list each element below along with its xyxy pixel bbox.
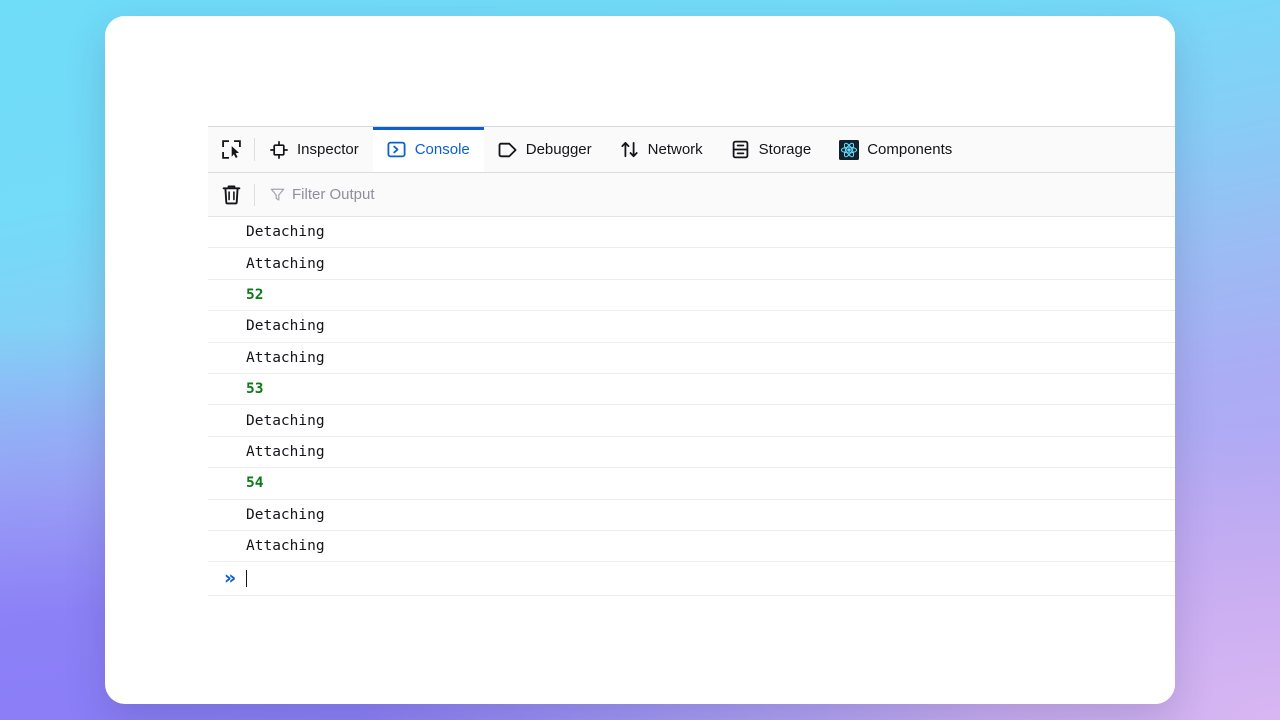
tab-inspector[interactable]: Inspector bbox=[255, 127, 373, 172]
console-message-row[interactable]: Detaching bbox=[208, 311, 1175, 343]
console-message-row[interactable]: 52 bbox=[208, 280, 1175, 312]
console-message-row[interactable]: Detaching bbox=[208, 405, 1175, 437]
tab-network-label: Network bbox=[647, 141, 703, 158]
tab-debugger-label: Debugger bbox=[525, 141, 592, 158]
console-output-list: Detaching Attaching 52 Detaching Attachi… bbox=[208, 217, 1175, 597]
browser-window: Inspector Console Debugger Network Stora… bbox=[105, 16, 1175, 704]
devtools-toolbar: Inspector Console Debugger Network Stora… bbox=[208, 127, 1175, 173]
devtools-tab-list: Inspector Console Debugger Network Stora… bbox=[255, 127, 1175, 172]
tab-network[interactable]: Network bbox=[606, 127, 717, 172]
console-message-row[interactable]: Attaching bbox=[208, 343, 1175, 374]
console-message-row[interactable]: Detaching bbox=[208, 217, 1175, 249]
console-message-row[interactable]: Detaching bbox=[208, 500, 1175, 531]
console-message-row[interactable]: Attaching bbox=[208, 248, 1175, 280]
tab-components[interactable]: Components bbox=[825, 127, 966, 172]
devtools-panel: Inspector Console Debugger Network Stora… bbox=[208, 126, 1175, 704]
react-logo-icon bbox=[839, 139, 860, 160]
tab-components-label: Components bbox=[867, 141, 953, 158]
inspector-icon bbox=[269, 140, 289, 160]
filter-field-wrap bbox=[255, 173, 1175, 216]
console-icon bbox=[387, 140, 407, 160]
tab-inspector-label: Inspector bbox=[297, 141, 359, 158]
console-filter-bar bbox=[208, 173, 1175, 217]
page-content-area bbox=[105, 16, 1175, 124]
tab-debugger[interactable]: Debugger bbox=[484, 127, 606, 172]
filter-output-input[interactable] bbox=[292, 173, 1175, 216]
funnel-icon bbox=[270, 187, 285, 202]
console-message-row[interactable]: 54 bbox=[208, 468, 1175, 500]
tab-storage-label: Storage bbox=[758, 141, 812, 158]
tab-console-label: Console bbox=[414, 141, 470, 158]
network-icon bbox=[620, 140, 640, 160]
trash-icon bbox=[222, 184, 241, 205]
console-command-input[interactable] bbox=[249, 562, 1175, 596]
text-caret bbox=[246, 570, 248, 588]
prompt-chevron-icon: » bbox=[224, 567, 237, 590]
tab-console[interactable]: Console bbox=[372, 127, 484, 172]
console-empty-space bbox=[208, 596, 1175, 704]
clear-console-button[interactable] bbox=[208, 173, 254, 217]
console-prompt-row[interactable]: » bbox=[208, 562, 1175, 597]
debugger-icon bbox=[498, 140, 518, 160]
storage-icon bbox=[731, 140, 751, 160]
element-picker-icon bbox=[221, 139, 242, 160]
tab-storage[interactable]: Storage bbox=[717, 127, 826, 172]
element-picker-button[interactable] bbox=[208, 127, 254, 172]
console-message-row[interactable]: Attaching bbox=[208, 531, 1175, 563]
console-message-row[interactable]: 53 bbox=[208, 374, 1175, 406]
console-message-row[interactable]: Attaching bbox=[208, 437, 1175, 469]
